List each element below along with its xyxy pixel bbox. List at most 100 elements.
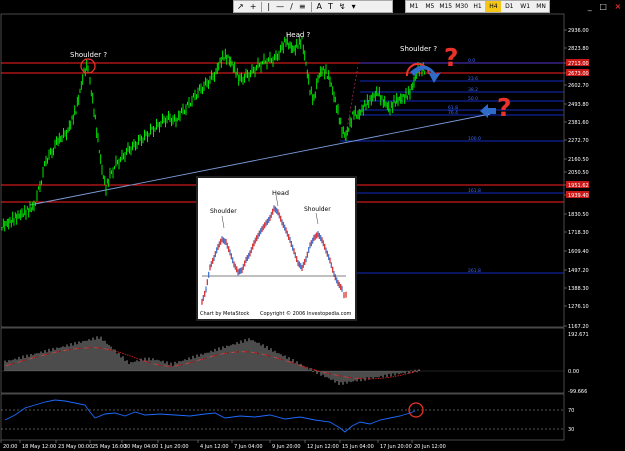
right-shoulder-label: Shoulder ? <box>400 45 437 53</box>
inset-candle <box>225 239 227 245</box>
inset-candle <box>254 237 256 244</box>
inset-candle <box>261 226 263 233</box>
inset-candle <box>334 274 336 281</box>
inset-credit-right: Copyright © 2006 Investopedia.com <box>260 311 352 317</box>
inset-candle <box>280 215 282 222</box>
inset-candle <box>324 243 326 250</box>
price-label: 1830.50 <box>568 212 589 218</box>
inset-candle <box>242 263 244 270</box>
macd-histogram <box>1 336 564 385</box>
reference-image-inset: Head Shoulder Shoulder Chart by MetaStoc… <box>196 176 357 321</box>
rsi-panel-frame <box>0 393 565 441</box>
inset-candle <box>240 267 242 274</box>
inset-candle <box>246 255 248 261</box>
inset-candle <box>213 255 215 261</box>
inset-candle <box>326 250 328 257</box>
inset-candle <box>221 236 223 243</box>
inset-candle <box>298 261 300 268</box>
inset-candle <box>274 206 276 213</box>
inset-candle <box>345 291 347 298</box>
price-label: 2381.60 <box>568 120 589 126</box>
inset-candle <box>293 248 295 255</box>
inset-shoulder-left-label: Shoulder <box>210 208 237 215</box>
inset-shoulder-right-label: Shoulder <box>304 206 331 213</box>
inset-candle <box>343 292 345 299</box>
time-label: 7 Jun 04:00 <box>234 444 263 450</box>
rsi-line <box>4 399 416 433</box>
price-label: 2602.70 <box>568 83 589 89</box>
inset-candle <box>292 244 294 251</box>
inset-candle <box>272 208 274 215</box>
inset-pointer <box>315 212 319 225</box>
inset-candle <box>269 214 271 221</box>
inset-candle <box>340 284 342 290</box>
inset-candle <box>297 260 299 267</box>
inset-candle <box>278 212 280 219</box>
fib-level-label: 161.8 <box>468 188 481 194</box>
inset-candle <box>286 230 288 237</box>
inset-candle <box>262 224 264 231</box>
fib-level-label: 261.8 <box>468 268 481 274</box>
inset-candle <box>268 217 270 223</box>
inset-candle <box>208 271 210 278</box>
inset-pointer <box>221 215 225 229</box>
price-label: 1609.40 <box>568 249 589 255</box>
fibonacci-retracement[interactable]: 0.023.638.250.061.876.4100.0161.8261.8 <box>340 58 564 274</box>
inset-candle <box>328 254 330 261</box>
rsi-circle <box>408 402 424 418</box>
time-label: 23 May 00:00 <box>58 444 92 450</box>
price-label: 1939.40 <box>568 193 589 199</box>
price-label: 1276.10 <box>568 304 589 310</box>
inset-candle <box>305 256 307 263</box>
inset-candle <box>258 230 260 237</box>
fib-level-label: 23.6 <box>468 76 478 82</box>
time-label: 17 Jun 20:00 <box>380 444 412 450</box>
inset-candle <box>296 256 298 263</box>
question-mark-icon: ? <box>497 93 512 122</box>
price-label: 2673.00 <box>568 71 589 77</box>
price-label: 1167.20 <box>568 324 589 330</box>
inset-candle <box>341 285 343 292</box>
price-label: 2272.70 <box>568 138 589 144</box>
inset-candle <box>209 264 211 271</box>
inset-candle <box>232 257 234 264</box>
inset-candle <box>210 261 212 268</box>
inset-candle <box>282 221 284 228</box>
inset-candle <box>336 277 338 284</box>
price-label: 1718.30 <box>568 230 589 236</box>
inset-candle <box>288 234 290 240</box>
price-label: 1388.30 <box>568 286 589 292</box>
inset-candle <box>245 256 247 263</box>
inset-candle <box>318 233 320 239</box>
inset-candle <box>249 250 251 257</box>
macd-axis-label: 0.00 <box>568 369 579 375</box>
inset-candle <box>289 236 291 243</box>
time-label: 12 Jun 12:00 <box>307 444 339 450</box>
inset-candle <box>304 259 306 265</box>
price-label: 2713.00 <box>568 61 589 67</box>
inset-candle <box>312 237 314 244</box>
inset-candle <box>202 295 204 301</box>
inset-candle <box>204 290 206 297</box>
inset-candle <box>236 266 238 273</box>
inset-candle <box>205 286 207 293</box>
time-label: 4 Jun 12:00 <box>200 444 229 450</box>
inset-candle <box>308 247 310 254</box>
time-label: 20:00 <box>3 444 17 450</box>
inset-candle <box>313 234 315 241</box>
inset-candle <box>306 251 308 258</box>
inset-candle <box>325 247 327 254</box>
inset-candle <box>309 242 311 249</box>
inset-candle <box>320 235 322 241</box>
inset-candle <box>337 280 339 287</box>
rsi-axis-label: 30 <box>568 427 574 433</box>
inset-candle <box>314 233 316 240</box>
inset-candle <box>330 262 332 269</box>
macd-axis-label: -99.666 <box>568 389 587 395</box>
inset-candle <box>333 271 335 277</box>
inset-candle <box>276 207 278 214</box>
inset-candles <box>201 205 347 305</box>
time-label: 9 Jun 20:00 <box>272 444 301 450</box>
inset-candle <box>218 241 220 248</box>
inset-candle <box>260 228 262 235</box>
